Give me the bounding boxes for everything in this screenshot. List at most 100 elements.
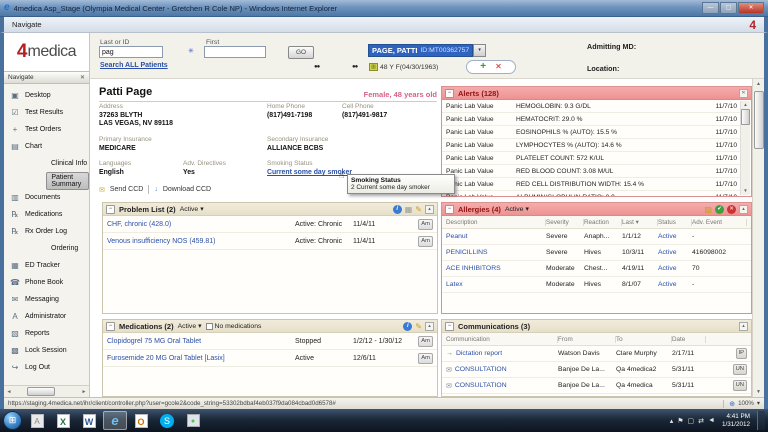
sidebar-item[interactable]: ✉ Messaging <box>4 291 89 308</box>
sidebar-item[interactable]: ℞ Medications <box>4 206 89 223</box>
edit-icon[interactable]: ✎ <box>415 322 422 331</box>
column-header[interactable]: From <box>558 336 616 343</box>
amend-badge[interactable]: Am <box>418 219 433 230</box>
sidebar-item[interactable]: ▧ Reports <box>4 325 89 342</box>
tray-flag-icon[interactable]: ⚑ <box>677 417 683 425</box>
page-vertical-scrollbar[interactable]: ▲ ▼ <box>752 79 764 397</box>
go-button[interactable]: GO <box>288 46 314 59</box>
taskbar-app[interactable]: e <box>103 411 127 430</box>
scroll-up-icon[interactable]: ▲ <box>743 101 747 109</box>
navigate-menu[interactable]: Navigate <box>12 20 42 29</box>
info-icon[interactable]: i <box>393 205 402 214</box>
scrollbar-thumb[interactable] <box>754 91 764 149</box>
scrollbar-thumb[interactable] <box>741 109 750 125</box>
filter-dropdown[interactable]: Active ▾ <box>505 205 529 213</box>
problem-link[interactable]: Venous insufficiency NOS (459.81) <box>107 238 295 245</box>
collapse-to-top-icon[interactable]: ▴ <box>739 322 748 331</box>
phonetic-search-icon[interactable]: ✳ <box>188 47 194 55</box>
taskbar-app[interactable]: ● <box>181 411 205 430</box>
send-ccd-button[interactable]: Send CCD <box>110 186 143 193</box>
tray-volume-icon[interactable]: ◄ <box>708 417 715 424</box>
no-medications-checkbox[interactable] <box>206 323 213 330</box>
sidebar-item[interactable]: + Test Orders <box>4 121 89 138</box>
column-header[interactable]: Status <box>658 219 692 226</box>
problem-link[interactable]: CHF, chronic (428.0) <box>107 221 295 228</box>
sidebar-item[interactable]: ▤ Chart <box>4 138 89 155</box>
sidebar-item[interactable]: Clinical Info <box>4 155 89 172</box>
allergy-link[interactable]: ACE INHIBITORS <box>446 265 546 272</box>
taskbar-clock[interactable]: 4:41 PM 1/31/2012 <box>722 413 750 428</box>
sidebar-close-icon[interactable]: ✕ <box>80 74 85 81</box>
clear-patient-icon[interactable]: ✕ <box>495 63 502 71</box>
sidebar-item[interactable]: A Administrator <box>4 308 89 325</box>
window-titlebar[interactable]: e 4medica Asp_Stage (Olympia Medical Cen… <box>0 0 768 17</box>
column-header[interactable]: Last ▾ <box>622 219 658 226</box>
filter-dropdown[interactable]: Active ▾ <box>178 322 202 330</box>
sidebar-horizontal-scrollbar[interactable]: ◄ ► <box>4 385 89 397</box>
remove-icon[interactable]: ✕ <box>727 205 736 214</box>
sidebar-item[interactable]: Ordering <box>4 240 89 257</box>
close-icon[interactable]: ✕ <box>739 89 748 98</box>
amend-badge[interactable]: Am <box>418 236 433 247</box>
scroll-up-icon[interactable]: ▲ <box>756 79 761 89</box>
column-header[interactable]: Severity <box>546 219 584 226</box>
add-patient-icon[interactable]: + <box>480 62 486 72</box>
start-button[interactable]: ⊞ <box>3 411 22 430</box>
collapse-to-top-icon[interactable]: ▴ <box>425 205 434 214</box>
column-header[interactable]: To <box>616 336 672 343</box>
collapse-to-top-icon[interactable]: ▴ <box>739 205 748 214</box>
maximize-button[interactable]: ▢ <box>720 2 737 14</box>
info-icon[interactable]: i <box>403 322 412 331</box>
taskbar-app[interactable]: S <box>155 411 179 430</box>
sidebar-item[interactable]: Patient Summary <box>4 172 89 189</box>
collapse-to-top-icon[interactable]: ▴ <box>425 322 434 331</box>
column-header[interactable]: Adv. Event <box>692 219 747 226</box>
communication-link[interactable]: Dictation report <box>456 350 502 357</box>
scroll-down-icon[interactable]: ▼ <box>743 187 747 195</box>
scrollbar-thumb[interactable] <box>27 387 55 396</box>
sidebar-item[interactable]: ↪ Log Out <box>4 359 89 376</box>
zoom-control[interactable]: ⊕ 100% ▾ <box>723 400 760 408</box>
alerts-scrollbar[interactable]: ▲ ▼ <box>740 101 750 195</box>
sidebar-item[interactable]: ℞ Rx Order Log <box>4 223 89 240</box>
communication-link[interactable]: CONSULTATION <box>455 382 507 389</box>
first-name-input[interactable] <box>204 46 266 58</box>
tray-show-hidden-icon[interactable]: ▴ <box>670 417 674 425</box>
scroll-down-icon[interactable]: ▼ <box>756 387 761 397</box>
show-desktop-button[interactable] <box>757 411 765 430</box>
allergy-link[interactable]: Peanut <box>446 233 546 240</box>
scroll-left-icon[interactable]: ◄ <box>4 389 14 395</box>
collapse-icon[interactable]: − <box>445 89 454 98</box>
collapse-icon[interactable]: − <box>445 205 454 214</box>
minimize-button[interactable]: — <box>702 2 719 14</box>
amend-badge[interactable]: Am <box>418 336 433 347</box>
sidebar-item[interactable]: ▣ Desktop <box>4 87 89 104</box>
sidebar-item[interactable]: ▦ ED Tracker <box>4 257 89 274</box>
sidebar-item[interactable]: ☎ Phone Book <box>4 274 89 291</box>
scroll-right-icon[interactable]: ► <box>79 389 89 395</box>
allergy-link[interactable]: PENICILLINS <box>446 249 546 256</box>
column-header[interactable]: Description <box>446 219 546 226</box>
tray-window-icon[interactable]: ▢ <box>688 417 695 425</box>
column-header[interactable]: Communication <box>446 336 558 343</box>
binoculars-icon[interactable]: ●● <box>314 64 319 70</box>
taskbar-app[interactable]: O <box>129 411 153 430</box>
print-icon[interactable]: ▦ <box>405 205 413 214</box>
sidebar-item[interactable]: ▩ Lock Session <box>4 342 89 359</box>
filter-dropdown[interactable]: Active ▾ <box>180 205 204 213</box>
medication-link[interactable]: Furosemide 20 MG Oral Tablet [Lasix] <box>107 355 295 362</box>
amend-badge[interactable]: Am <box>418 353 433 364</box>
download-ccd-button[interactable]: Download CCD <box>163 186 211 193</box>
sidebar-item[interactable]: ▥ Documents <box>4 189 89 206</box>
selected-patient[interactable]: PAGE, PATTI ID:MT00362757 <box>368 44 473 57</box>
collapse-icon[interactable]: − <box>445 322 454 331</box>
last-or-id-input[interactable]: pag <box>99 46 163 58</box>
collapse-icon[interactable]: − <box>106 322 115 331</box>
communication-link[interactable]: CONSULTATION <box>455 366 507 373</box>
patient-search-icon[interactable]: ●● <box>352 64 357 70</box>
column-header[interactable]: Date <box>672 336 706 343</box>
allergy-link[interactable]: Latex <box>446 281 546 288</box>
taskbar-app[interactable]: W <box>77 411 101 430</box>
approve-icon[interactable]: ✔ <box>715 205 724 214</box>
add-allergy-icon[interactable]: ▨ <box>704 205 712 214</box>
